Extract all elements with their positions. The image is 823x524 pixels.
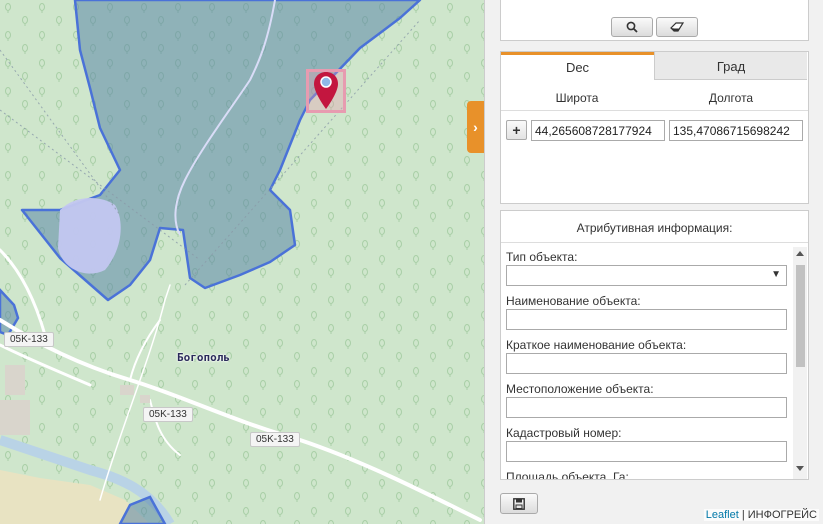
eraser-icon [670,22,684,32]
leaflet-link[interactable]: Leaflet [706,509,739,521]
location-marker[interactable] [306,69,346,113]
coordinates-panel: Dec Град Широта Долгота + [500,51,809,204]
tab-grad[interactable]: Град [654,52,807,80]
side-panel: Dec Град Широта Долгота + Атрибутивная и… [484,0,823,524]
floppy-disk-icon [513,497,525,510]
object-name-label: Наименование объекта: [506,294,641,308]
attribute-panel-title: Атрибутивная информация: [501,211,808,243]
short-name-label: Краткое наименование объекта: [506,338,687,352]
search-icon [626,21,638,33]
scroll-up-icon[interactable] [796,251,804,256]
attribute-panel: Атрибутивная информация: Тип объекта: ▼ … [500,210,809,480]
attribute-scrollbar[interactable] [793,247,807,479]
longitude-input[interactable] [669,120,803,141]
save-button[interactable] [500,493,538,514]
map-pin-icon [314,72,338,109]
area-label: Площадь объекта, Га: [506,470,629,480]
clear-button[interactable] [656,17,698,37]
attribution-provider: ИНФОГРЕЙС [747,509,817,521]
location-label: Местоположение объекта: [506,382,654,396]
map-canvas [0,0,484,524]
chevron-right-icon: › [473,119,478,135]
location-input[interactable] [506,397,787,418]
panel-toggle-button[interactable]: › [467,101,484,153]
object-name-input[interactable] [506,309,787,330]
coordinate-row: + [501,110,808,150]
object-type-select[interactable]: ▼ [506,265,787,286]
road-label: 05K-133 [4,332,54,347]
search-button[interactable] [611,17,653,37]
search-box [500,0,809,41]
latitude-input[interactable] [531,120,665,141]
scroll-thumb[interactable] [796,265,805,367]
short-name-input[interactable] [506,353,787,374]
scroll-down-icon[interactable] [796,466,804,471]
dropdown-arrow-icon: ▼ [771,269,781,280]
attribution-separator: | [741,509,745,521]
object-type-label: Тип объекта: [506,250,578,264]
road-label: 05K-133 [143,407,193,422]
place-label: Богополь [177,351,230,364]
coordinate-format-tabs: Dec Град [501,52,808,80]
cadastral-number-label: Кадастровый номер: [506,426,622,440]
map-attribution: Leaflet | ИНФОГРЕЙС [703,509,819,521]
tab-dec[interactable]: Dec [501,52,654,80]
add-point-button[interactable]: + [506,120,527,140]
cadastral-number-input[interactable] [506,441,787,462]
latitude-header: Широта [555,91,599,105]
longitude-header: Долгота [708,91,754,105]
road-label: 05K-133 [250,432,300,447]
